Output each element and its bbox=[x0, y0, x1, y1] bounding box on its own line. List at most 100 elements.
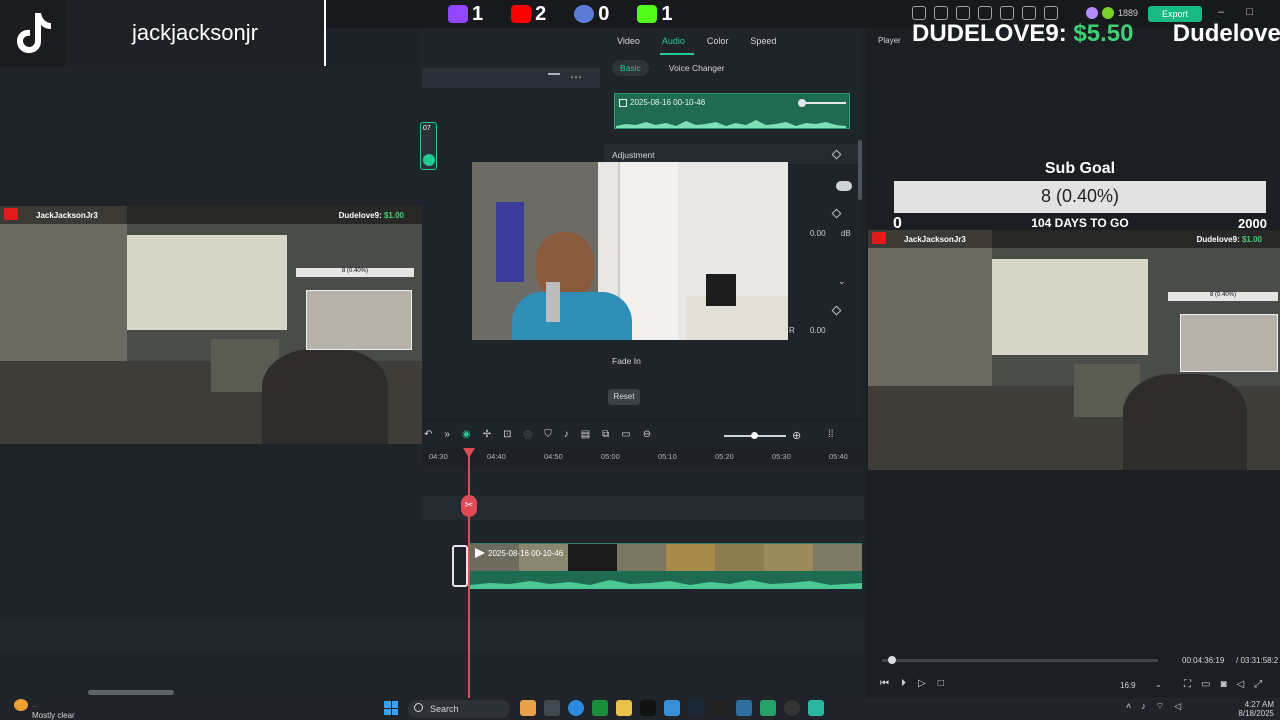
audio-waveform bbox=[616, 120, 846, 128]
obs-icon[interactable] bbox=[784, 700, 800, 716]
sub-goal-max: 2000 bbox=[1238, 216, 1267, 231]
chevron-up-icon[interactable]: ˄ bbox=[1126, 701, 1131, 712]
monitor-icon[interactable]: ▭ bbox=[1201, 679, 1210, 690]
frame-icon[interactable]: ▭ bbox=[621, 429, 630, 440]
split-scissors-icon[interactable]: ✂ bbox=[461, 495, 477, 517]
download-icon[interactable] bbox=[1044, 6, 1058, 20]
edge-icon[interactable] bbox=[568, 700, 584, 716]
tab-color[interactable]: Color bbox=[696, 34, 740, 48]
steam-icon[interactable] bbox=[688, 700, 704, 716]
magnet-icon[interactable]: ◉ bbox=[462, 429, 471, 440]
copy-icon[interactable]: ⧉ bbox=[602, 429, 609, 440]
image-icon[interactable] bbox=[956, 6, 970, 20]
volume-tray-icon[interactable]: ◁ bbox=[1174, 701, 1181, 712]
tab-video[interactable]: Video bbox=[606, 34, 651, 48]
properties-scrollbar[interactable] bbox=[858, 140, 862, 200]
tick-label: 05:30 bbox=[772, 452, 791, 461]
undo-icon[interactable]: ↶ bbox=[424, 429, 432, 440]
player-scrubber[interactable] bbox=[882, 659, 1158, 662]
tick-label: 05:10 bbox=[658, 452, 677, 461]
grid-icon[interactable]: ⁞⁞ bbox=[828, 429, 834, 440]
more-icon[interactable]: ⋯ bbox=[570, 70, 582, 84]
task-view-icon[interactable] bbox=[544, 700, 560, 716]
caption-icon[interactable]: ▤ bbox=[581, 429, 590, 440]
subtab-voice-changer[interactable]: Voice Changer bbox=[661, 60, 733, 76]
camera-icon[interactable]: ⊡ bbox=[503, 429, 511, 440]
weather-text[interactable]: ... Mostly clear bbox=[32, 703, 75, 720]
kick-count: 1 bbox=[661, 2, 673, 25]
sub-goal-title: Sub Goal bbox=[1044, 160, 1116, 177]
weather-temp: ... bbox=[32, 703, 38, 709]
webcam-overlay bbox=[472, 162, 788, 340]
mic-icon[interactable]: ♪ bbox=[564, 429, 569, 440]
tiktok-app-icon[interactable] bbox=[640, 700, 656, 716]
windows-start-icon[interactable] bbox=[384, 701, 398, 715]
weather-description: Mostly clear bbox=[32, 711, 75, 720]
gift-icon[interactable] bbox=[912, 6, 926, 20]
tiktok-username: jackjacksonjr bbox=[66, 0, 326, 66]
shield-icon[interactable]: ⛉ bbox=[544, 429, 552, 440]
filmora-icon[interactable] bbox=[808, 700, 824, 716]
preview-donation: Dudelove9: $1.00 bbox=[1196, 235, 1262, 244]
app-icon[interactable] bbox=[736, 700, 752, 716]
subtab-basic[interactable]: Basic bbox=[612, 60, 649, 76]
weather-icon[interactable] bbox=[14, 699, 28, 711]
clock-date: 8/18/2025 bbox=[1238, 709, 1274, 718]
reset-button[interactable]: Reset bbox=[608, 389, 640, 405]
player-scrubber-knob[interactable] bbox=[887, 656, 896, 664]
play-icon[interactable]: ▷ bbox=[918, 678, 926, 689]
audio-volume-range[interactable] bbox=[802, 102, 846, 104]
taskbar-search[interactable]: Search bbox=[408, 700, 510, 718]
preview-webcam-thumb bbox=[1180, 314, 1278, 372]
file-explorer-icon[interactable] bbox=[616, 700, 632, 716]
send-icon[interactable] bbox=[934, 6, 948, 20]
play-pause-icon[interactable]: ⏵ bbox=[901, 678, 906, 689]
timeline-ruler[interactable]: 04:30 04:40 04:50 05:00 05:10 05:20 05:3… bbox=[422, 448, 864, 466]
taskbar-clock[interactable]: 4:27 AM 8/18/2025 bbox=[1218, 700, 1274, 718]
tab-speed[interactable]: Speed bbox=[739, 34, 787, 48]
settings-icon[interactable] bbox=[1022, 6, 1036, 20]
expand-icon[interactable]: ⤢ bbox=[1254, 679, 1262, 690]
playhead[interactable] bbox=[468, 452, 470, 698]
stop-icon[interactable]: □ bbox=[938, 678, 944, 689]
tiktok-live-icon[interactable] bbox=[712, 700, 728, 716]
volume-icon[interactable]: ◁ bbox=[1237, 679, 1245, 690]
chevron-down-icon[interactable]: ⌄ bbox=[1155, 680, 1162, 689]
youtube-icon bbox=[4, 208, 18, 220]
tab-audio[interactable]: Audio bbox=[651, 34, 696, 48]
track-row[interactable] bbox=[422, 496, 864, 520]
aspect-ratio-select[interactable]: 16:9 bbox=[1120, 681, 1136, 690]
cloud-icon[interactable] bbox=[1000, 6, 1014, 20]
prev-frame-icon[interactable]: ⏮ bbox=[880, 678, 889, 689]
link-icon[interactable]: ✢ bbox=[483, 429, 491, 440]
fullscreen-icon[interactable]: ⛶ bbox=[1184, 679, 1191, 690]
adjustment-toggle[interactable] bbox=[836, 181, 852, 191]
zoom-out-icon[interactable]: ⊖ bbox=[643, 429, 651, 440]
layout-icon[interactable] bbox=[978, 6, 992, 20]
donation-name-repeat: Dudelove bbox=[1172, 20, 1280, 47]
widget-icon[interactable] bbox=[520, 700, 536, 716]
minimize-icon[interactable]: – bbox=[1218, 6, 1224, 18]
snapshot-icon[interactable]: ◙ bbox=[1220, 679, 1226, 690]
forward-icon[interactable]: » bbox=[444, 429, 450, 440]
filter-icon[interactable] bbox=[548, 73, 560, 83]
clip-handle[interactable] bbox=[452, 545, 468, 587]
zoom-in-icon[interactable]: ⊕ bbox=[792, 429, 801, 442]
timeline-scrollbar[interactable] bbox=[88, 690, 174, 695]
network-icon[interactable]: ⌔ bbox=[1156, 701, 1164, 712]
audio-volume-knob[interactable] bbox=[798, 99, 806, 107]
maximize-icon[interactable]: □ bbox=[1246, 6, 1253, 18]
avatar-icon[interactable] bbox=[1086, 7, 1098, 19]
store-icon[interactable] bbox=[664, 700, 680, 716]
r-value[interactable]: 0.00 bbox=[810, 326, 826, 335]
disabled-icon[interactable]: ◎ bbox=[523, 429, 532, 440]
mic-tray-icon[interactable]: ♪ bbox=[1141, 701, 1146, 712]
zoom-knob[interactable] bbox=[751, 432, 758, 439]
db-value[interactable]: 0.00 bbox=[810, 229, 826, 238]
messages-icon[interactable] bbox=[760, 700, 776, 716]
player-controls: ⏮ ⏵ ▷ □ bbox=[880, 678, 944, 689]
media-thumb[interactable]: 07 bbox=[420, 122, 437, 170]
track-row-empty[interactable] bbox=[0, 620, 864, 650]
chevron-down-icon[interactable]: ⌄ bbox=[838, 276, 846, 287]
xbox-icon[interactable] bbox=[592, 700, 608, 716]
